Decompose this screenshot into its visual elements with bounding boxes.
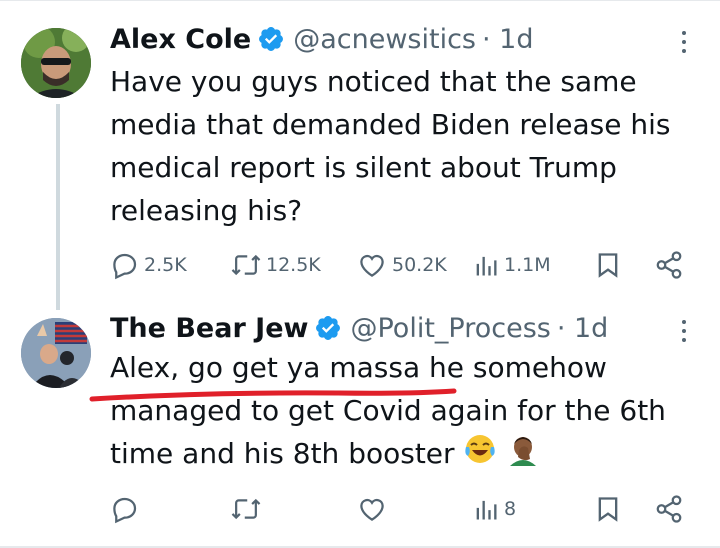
views-button[interactable]: 8 (472, 492, 516, 526)
reply-button[interactable]: 2.5K (110, 248, 187, 282)
retweet-icon (231, 498, 261, 520)
share-button[interactable] (654, 492, 684, 526)
bookmark-button[interactable] (594, 248, 622, 282)
reply-icon (113, 497, 137, 524)
author-handle[interactable]: @acnewsitics (293, 24, 476, 55)
tweet-text-line-with-emoji: time and his 8th booster (110, 432, 700, 478)
like-button[interactable] (356, 492, 392, 526)
view-count: 8 (504, 498, 517, 520)
retweet-count: 12.5K (266, 254, 321, 276)
verified-badge-icon (314, 314, 342, 342)
share-icon (656, 495, 682, 523)
retweet-icon (231, 254, 261, 276)
tweet-text: Have you guys noticed that the same medi… (110, 60, 700, 232)
share-button[interactable] (654, 248, 684, 282)
author-name[interactable]: The Bear Jew (110, 313, 308, 344)
retweet-button[interactable]: 12.5K (230, 248, 321, 282)
tears-of-joy-emoji-icon (463, 432, 497, 478)
views-icon (476, 500, 497, 520)
tweet-text: Alex, go get ya massa he somehow managed… (110, 346, 700, 478)
more-options-icon[interactable] (681, 320, 687, 346)
like-button[interactable]: 50.2K (356, 248, 447, 282)
tweet-actions: 8 (110, 492, 710, 526)
tweet-header: Alex Cole @acnewsitics · 1d (110, 19, 533, 59)
timestamp[interactable]: · 1d (482, 24, 533, 55)
heart-icon (360, 498, 384, 521)
reply-button[interactable] (110, 492, 144, 526)
author-name[interactable]: Alex Cole (110, 24, 251, 55)
tweet-header: The Bear Jew @Polit_Process · 1d (110, 308, 608, 348)
retweet-button[interactable] (230, 492, 266, 526)
top-divider (0, 0, 720, 1)
author-handle[interactable]: @Polit_Process (350, 313, 550, 344)
view-count: 1.1M (504, 254, 551, 276)
reply-count: 2.5K (144, 254, 187, 276)
tweet-text-line: media that demanded Biden release his (110, 108, 671, 141)
tweet-text-line: medical report is silent about Trump (110, 151, 617, 184)
tweet-actions: 2.5K 12.5K 50.2K 1.1M (110, 248, 710, 282)
bookmark-icon (598, 253, 618, 278)
timestamp[interactable]: · 1d (557, 313, 608, 344)
tweet-text-line: Alex, go get ya massa he somehow (110, 351, 607, 384)
bookmark-button[interactable] (594, 492, 622, 526)
views-icon (476, 256, 497, 276)
verified-badge-icon (257, 25, 285, 53)
facepalm-emoji-icon (506, 432, 540, 478)
tweet-text-line: releasing his? (110, 194, 303, 227)
avatar[interactable] (21, 318, 91, 388)
reply-icon (113, 253, 137, 280)
views-button[interactable]: 1.1M (472, 248, 551, 282)
tweet-text-line: Have you guys noticed that the same (110, 65, 637, 98)
avatar[interactable] (21, 28, 91, 98)
annotation-underline (89, 388, 457, 402)
thread-connector-line (56, 104, 60, 310)
bookmark-icon (598, 497, 618, 522)
like-count: 50.2K (392, 254, 447, 276)
heart-icon (360, 254, 384, 277)
tweet-text-line: time and his 8th booster (110, 437, 455, 470)
more-options-icon[interactable] (681, 31, 687, 57)
share-icon (656, 251, 682, 279)
